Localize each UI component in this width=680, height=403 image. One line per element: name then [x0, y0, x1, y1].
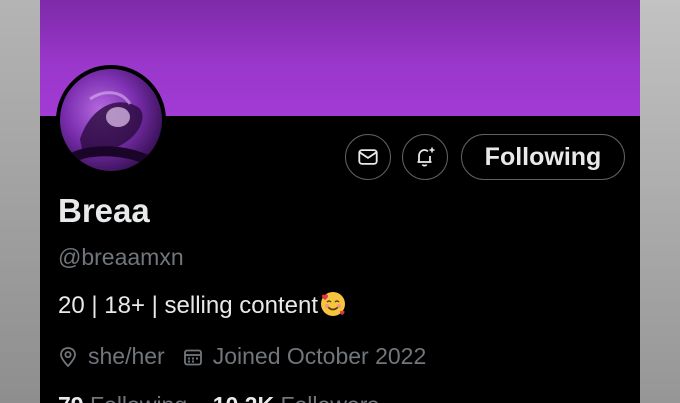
profile-meta: she/her Joined October 2022	[58, 343, 426, 370]
right-backdrop	[640, 0, 680, 403]
following-count[interactable]: 79	[58, 392, 84, 403]
profile-card: Following Breaa @breaamxn 20 | 18+ | sel…	[40, 0, 640, 403]
calendar-icon	[183, 349, 202, 365]
following-button[interactable]: Following	[461, 134, 625, 180]
envelope-icon	[358, 149, 378, 165]
joined-item: Joined October 2022	[183, 343, 427, 370]
avatar-image	[60, 69, 162, 171]
bio: 20 | 18+ | selling content	[58, 290, 347, 320]
smiling-face-with-hearts-emoji	[320, 292, 345, 316]
display-name: Breaa	[58, 192, 150, 229]
follow-stats: 79 Following 10.2K Followers	[58, 392, 379, 403]
bio-text: 20 | 18+ | selling content	[58, 292, 318, 319]
pronouns-item: she/her	[58, 343, 165, 370]
message-button[interactable]	[345, 134, 391, 180]
following-count-label[interactable]: Following	[90, 392, 187, 403]
user-handle: @breaamxn	[58, 244, 184, 270]
avatar[interactable]	[56, 65, 166, 175]
bell-plus-icon	[417, 147, 435, 167]
location-pin-icon	[60, 346, 76, 367]
joined-text: Joined October 2022	[212, 343, 427, 369]
followers-count[interactable]: 10.2K	[213, 392, 274, 403]
notify-button[interactable]	[402, 134, 448, 180]
left-backdrop	[0, 0, 40, 403]
pronouns-text: she/her	[88, 343, 165, 369]
followers-count-label[interactable]: Followers	[280, 392, 378, 403]
